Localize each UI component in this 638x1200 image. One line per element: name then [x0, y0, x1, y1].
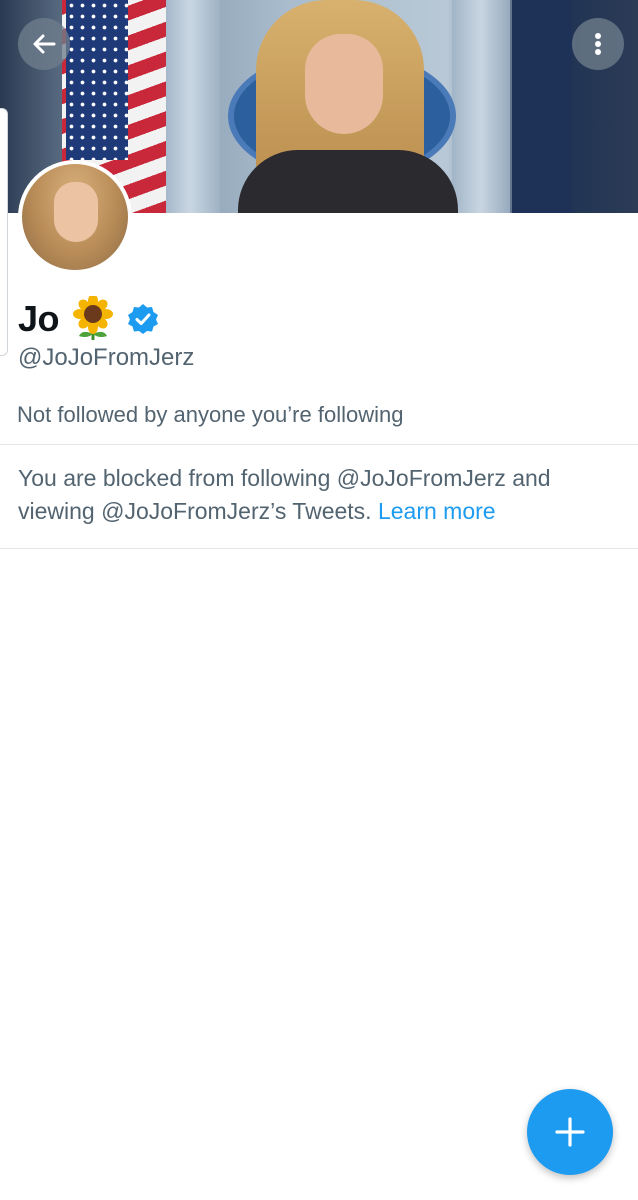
more-vertical-icon: [595, 33, 601, 55]
sunflower-emoji-icon: [73, 296, 114, 340]
back-arrow-icon: [33, 34, 56, 54]
learn-more-link[interactable]: Learn more: [378, 498, 496, 524]
banner-person-face: [305, 34, 383, 134]
more-options-button[interactable]: [572, 18, 624, 70]
name-row: Jo: [18, 294, 159, 344]
followed-by-text: Not followed by anyone you’re following: [17, 402, 404, 427]
banner-flag-stars: [66, 0, 128, 160]
banner-pillar: [160, 0, 220, 213]
edge-handle[interactable]: [0, 108, 8, 356]
display-name: Jo: [18, 298, 60, 339]
banner-pillar: [452, 0, 510, 213]
banner-pillar-dark: [512, 0, 572, 213]
avatar[interactable]: [18, 160, 132, 274]
avatar-face: [54, 182, 98, 242]
banner-person-jacket: [238, 150, 458, 213]
back-button[interactable]: [18, 18, 70, 70]
blocked-notice: You are blocked from following @JoJoFrom…: [18, 462, 598, 528]
compose-tweet-button[interactable]: [527, 1089, 613, 1175]
profile-handle: @JoJoFromJerz: [18, 344, 195, 371]
divider: [0, 444, 638, 445]
verified-badge-icon[interactable]: [127, 303, 159, 335]
plus-icon: [555, 1117, 585, 1147]
divider: [0, 548, 638, 549]
avatar-image: [22, 164, 128, 270]
